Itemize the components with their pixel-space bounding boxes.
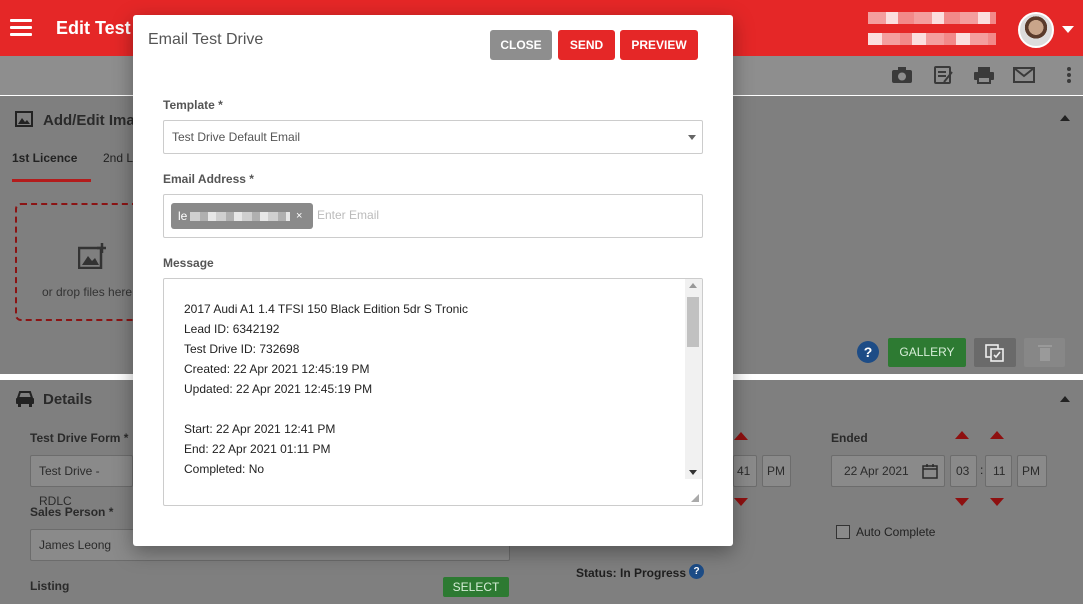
start-hour-down-icon[interactable] (734, 498, 748, 506)
scroll-up-icon[interactable] (689, 283, 697, 288)
ended-minute-field[interactable]: 11 (985, 455, 1012, 487)
listing-label: Listing (30, 579, 70, 593)
preview-button[interactable]: PREVIEW (620, 30, 698, 60)
status-text: Status: In Progress (576, 566, 687, 580)
camera-icon[interactable] (891, 66, 913, 84)
test-drive-form-label: Test Drive Form * (30, 431, 129, 445)
email-input-placeholder[interactable]: Enter Email (317, 208, 379, 222)
auto-complete-checkbox[interactable] (836, 525, 850, 539)
select-all-button[interactable] (974, 338, 1016, 367)
user-company-blurred (868, 33, 996, 45)
template-label: Template * (163, 98, 223, 112)
dialog-title: Email Test Drive (148, 31, 264, 48)
gallery-button[interactable]: GALLERY (888, 338, 966, 367)
message-textarea[interactable]: 2017 Audi A1 1.4 TFSI 150 Black Edition … (163, 278, 703, 506)
auto-complete-label: Auto Complete (856, 525, 936, 539)
ended-hour-field[interactable]: 03 (950, 455, 977, 487)
template-selected-value: Test Drive Default Email (172, 130, 301, 144)
email-chip-blurred (190, 212, 290, 221)
trash-icon (1037, 345, 1052, 361)
listing-select-button[interactable]: SELECT (443, 577, 509, 597)
collapse-up-icon[interactable] (1060, 396, 1070, 402)
tab-1st-licence[interactable]: 1st Licence (12, 151, 91, 182)
message-line: Updated: 22 Apr 2021 12:45:19 PM (184, 382, 373, 396)
email-chip-text: le (178, 209, 188, 223)
message-line: Created: 22 Apr 2021 12:45:19 PM (184, 362, 370, 376)
time-separator: : (980, 463, 984, 477)
user-name-blurred (868, 12, 996, 24)
message-line: Completed: No (184, 462, 265, 476)
close-button[interactable]: CLOSE (490, 30, 552, 60)
hamburger-icon[interactable] (10, 19, 32, 37)
image-icon (15, 111, 33, 131)
message-line: Lead ID: 6342192 (184, 322, 280, 336)
drop-zone-text: or drop files here (42, 285, 133, 299)
collapse-up-icon[interactable] (1060, 115, 1070, 121)
tab-2nd-licence[interactable]: 2nd L (103, 151, 133, 165)
mail-icon[interactable] (1013, 66, 1035, 84)
email-chip[interactable]: le × (171, 203, 313, 229)
help-icon[interactable]: ? (689, 564, 704, 579)
checkbox-multiple-icon (985, 344, 1004, 362)
ended-date-field[interactable]: 22 Apr 2021 (831, 455, 945, 487)
notes-icon[interactable] (932, 66, 954, 84)
message-line: Test Drive ID: 732698 (184, 342, 300, 356)
start-minute-field[interactable]: 41 (733, 455, 757, 487)
chevron-down-icon[interactable] (1062, 26, 1074, 33)
ended-label: Ended (831, 431, 868, 445)
message-line: Start: 22 Apr 2021 12:41 PM (184, 422, 336, 436)
message-line (184, 399, 468, 419)
send-button[interactable]: SEND (558, 30, 615, 60)
details-panel-title: Details (43, 391, 93, 408)
remove-chip-icon[interactable]: × (296, 203, 302, 229)
start-hour-up-icon[interactable] (734, 432, 748, 440)
scroll-thumb[interactable] (687, 297, 699, 347)
ended-minute-up-icon[interactable] (990, 431, 1004, 439)
scroll-down-icon[interactable] (689, 470, 697, 475)
help-icon[interactable]: ? (857, 341, 879, 363)
start-ampm-field[interactable]: PM (762, 455, 791, 487)
ended-date-value: 22 Apr 2021 (844, 464, 909, 478)
email-address-label: Email Address * (163, 172, 254, 186)
car-icon (15, 389, 35, 410)
resize-handle-icon[interactable] (691, 494, 699, 502)
message-content: 2017 Audi A1 1.4 TFSI 150 Black Edition … (184, 299, 468, 479)
email-address-field[interactable]: le × Enter Email (163, 194, 703, 238)
ended-hour-up-icon[interactable] (955, 431, 969, 439)
add-image-icon (77, 243, 106, 276)
delete-button[interactable] (1024, 338, 1065, 367)
message-scrollbar[interactable] (685, 279, 702, 479)
more-vertical-icon[interactable] (1058, 66, 1080, 84)
message-line: 2017 Audi A1 1.4 TFSI 150 Black Edition … (184, 302, 468, 316)
print-icon[interactable] (973, 66, 995, 84)
calendar-icon[interactable] (922, 457, 938, 490)
ended-minute-down-icon[interactable] (990, 498, 1004, 506)
email-test-drive-dialog: Email Test Drive CLOSE SEND PREVIEW Temp… (133, 15, 733, 546)
ended-hour-down-icon[interactable] (955, 498, 969, 506)
sales-person-label: Sales Person * (30, 505, 114, 519)
chevron-down-icon[interactable] (688, 135, 696, 140)
message-line: End: 22 Apr 2021 01:11 PM (184, 442, 331, 456)
avatar[interactable] (1018, 12, 1054, 48)
template-select[interactable]: Test Drive Default Email (163, 120, 703, 154)
ended-ampm-field[interactable]: PM (1017, 455, 1047, 487)
message-label: Message (163, 256, 214, 270)
test-drive-form-field[interactable]: Test Drive - RDLC (30, 455, 133, 508)
